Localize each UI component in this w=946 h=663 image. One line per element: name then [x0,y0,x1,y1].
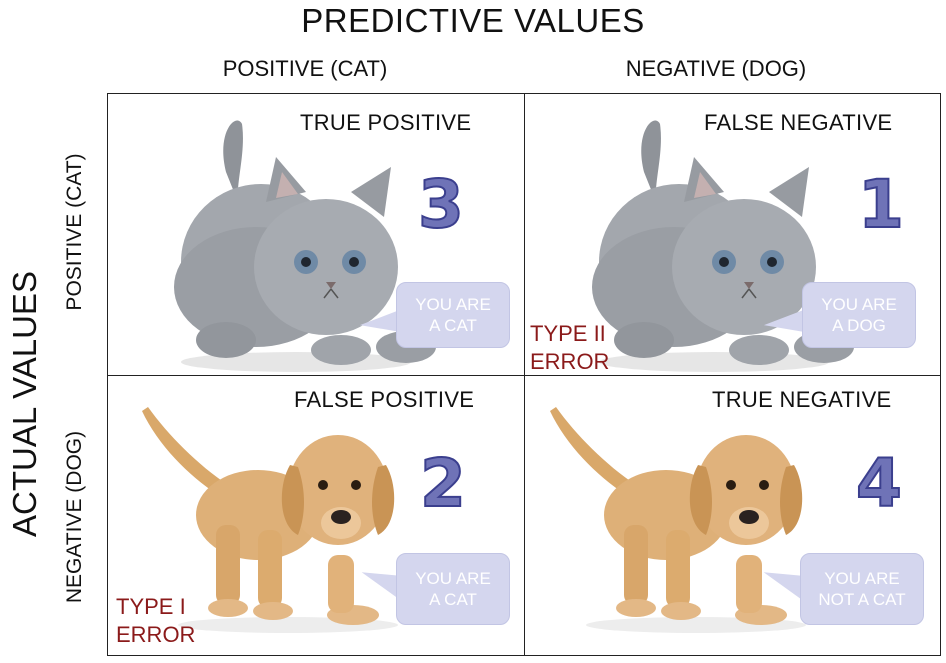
count-true-negative: 4 [855,444,903,523]
bubble-line2: A CAT [429,316,477,335]
row-header-positive: POSITIVE (CAT) [63,153,86,311]
cell-false-negative: FALSE NEGATIVE 1 YOU ARE A DOG TYPE II ER… [526,94,942,375]
grid-divider-horizontal [107,375,941,376]
bubble-line2: A CAT [429,590,477,609]
cell-true-positive: TRUE POSITIVE 3 YOU ARE A CAT [108,94,524,375]
column-header-positive: POSITIVE (CAT) [222,56,388,81]
cell-label-true-positive: TRUE POSITIVE [300,110,472,135]
row-header-negative: NEGATIVE (DOG) [63,430,86,604]
error-line2: ERROR [530,349,610,374]
speech-bubble-true-negative: YOU ARE NOT A CAT [800,553,924,625]
count-false-positive: 2 [419,444,467,523]
count-true-positive: 3 [417,165,465,244]
bubble-line1: YOU ARE [821,295,897,314]
speech-bubble-false-positive: YOU ARE A CAT [396,553,510,625]
bubble-line2: A DOG [832,316,886,335]
bubble-line1: YOU ARE [824,569,900,588]
speech-bubble-true-positive: YOU ARE A CAT [396,282,510,348]
cell-label-false-positive: FALSE POSITIVE [294,387,475,412]
cell-label-true-negative: TRUE NEGATIVE [712,387,892,412]
diagram-title: PREDICTIVE VALUES [301,2,645,39]
count-false-negative: 1 [857,165,905,244]
cell-true-negative: TRUE NEGATIVE 4 YOU ARE NOT A CAT [526,377,942,658]
error-line1: TYPE I [116,594,186,619]
bubble-line1: YOU ARE [415,569,491,588]
error-line2: ERROR [116,622,196,647]
error-line1: TYPE II [530,321,606,346]
bubble-line2: NOT A CAT [818,590,906,609]
speech-bubble-false-negative: YOU ARE A DOG [802,282,916,348]
row-axis-title: ACTUAL VALUES [6,271,43,537]
cell-false-positive: FALSE POSITIVE 2 YOU ARE A CAT TYPE I ERR… [108,377,524,658]
dog-icon [550,407,806,633]
error-label-type-i: TYPE I ERROR [116,593,195,649]
cat-icon [174,120,436,372]
error-label-type-ii: TYPE II ERROR [530,320,609,375]
bubble-line1: YOU ARE [415,295,491,314]
cell-label-false-negative: FALSE NEGATIVE [704,110,893,135]
column-header-negative: NEGATIVE (DOG) [625,56,807,81]
